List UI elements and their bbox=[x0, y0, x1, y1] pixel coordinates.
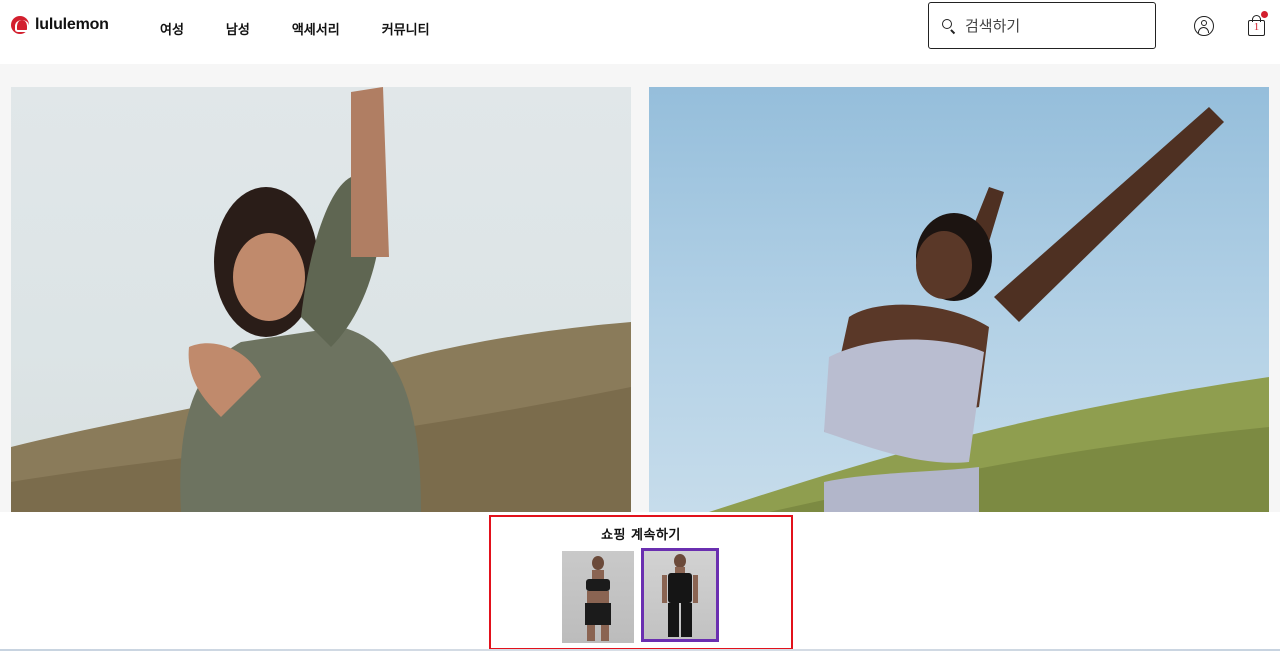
search-icon[interactable] bbox=[941, 18, 957, 34]
main-nav: 여성 남성 액세서리 커뮤니티 bbox=[160, 19, 472, 38]
nav-item-women[interactable]: 여성 bbox=[160, 19, 184, 38]
nav-item-accessories[interactable]: 액세서리 bbox=[292, 19, 340, 38]
product-thumbnail-bra-shorts[interactable] bbox=[562, 551, 634, 643]
brand-logo[interactable]: lululemon bbox=[11, 16, 109, 34]
continue-shopping-section: 쇼핑 계속하기 bbox=[0, 512, 1280, 651]
hero-image-woman-olive-top[interactable] bbox=[11, 87, 631, 512]
bag-count-badge: 1 bbox=[1253, 21, 1260, 33]
lululemon-logo-icon bbox=[11, 16, 29, 34]
nav-item-men[interactable]: 남성 bbox=[226, 19, 250, 38]
hero-image-woman-lavender-bra[interactable] bbox=[649, 87, 1269, 512]
account-icon[interactable] bbox=[1194, 16, 1214, 36]
continue-shopping-box: 쇼핑 계속하기 bbox=[489, 515, 793, 650]
shopping-bag-icon[interactable]: 1 bbox=[1247, 11, 1268, 37]
bag-notification-dot bbox=[1261, 11, 1268, 18]
hero-section bbox=[0, 64, 1280, 512]
site-header: lululemon 여성 남성 액세서리 커뮤니티 1 bbox=[0, 0, 1280, 64]
search-input[interactable] bbox=[965, 16, 1145, 35]
product-thumbnail-tank-leggings[interactable] bbox=[641, 548, 719, 642]
brand-name: lululemon bbox=[35, 16, 109, 33]
nav-item-community[interactable]: 커뮤니티 bbox=[382, 19, 430, 38]
continue-shopping-title: 쇼핑 계속하기 bbox=[601, 528, 681, 543]
search-box[interactable] bbox=[928, 2, 1156, 49]
